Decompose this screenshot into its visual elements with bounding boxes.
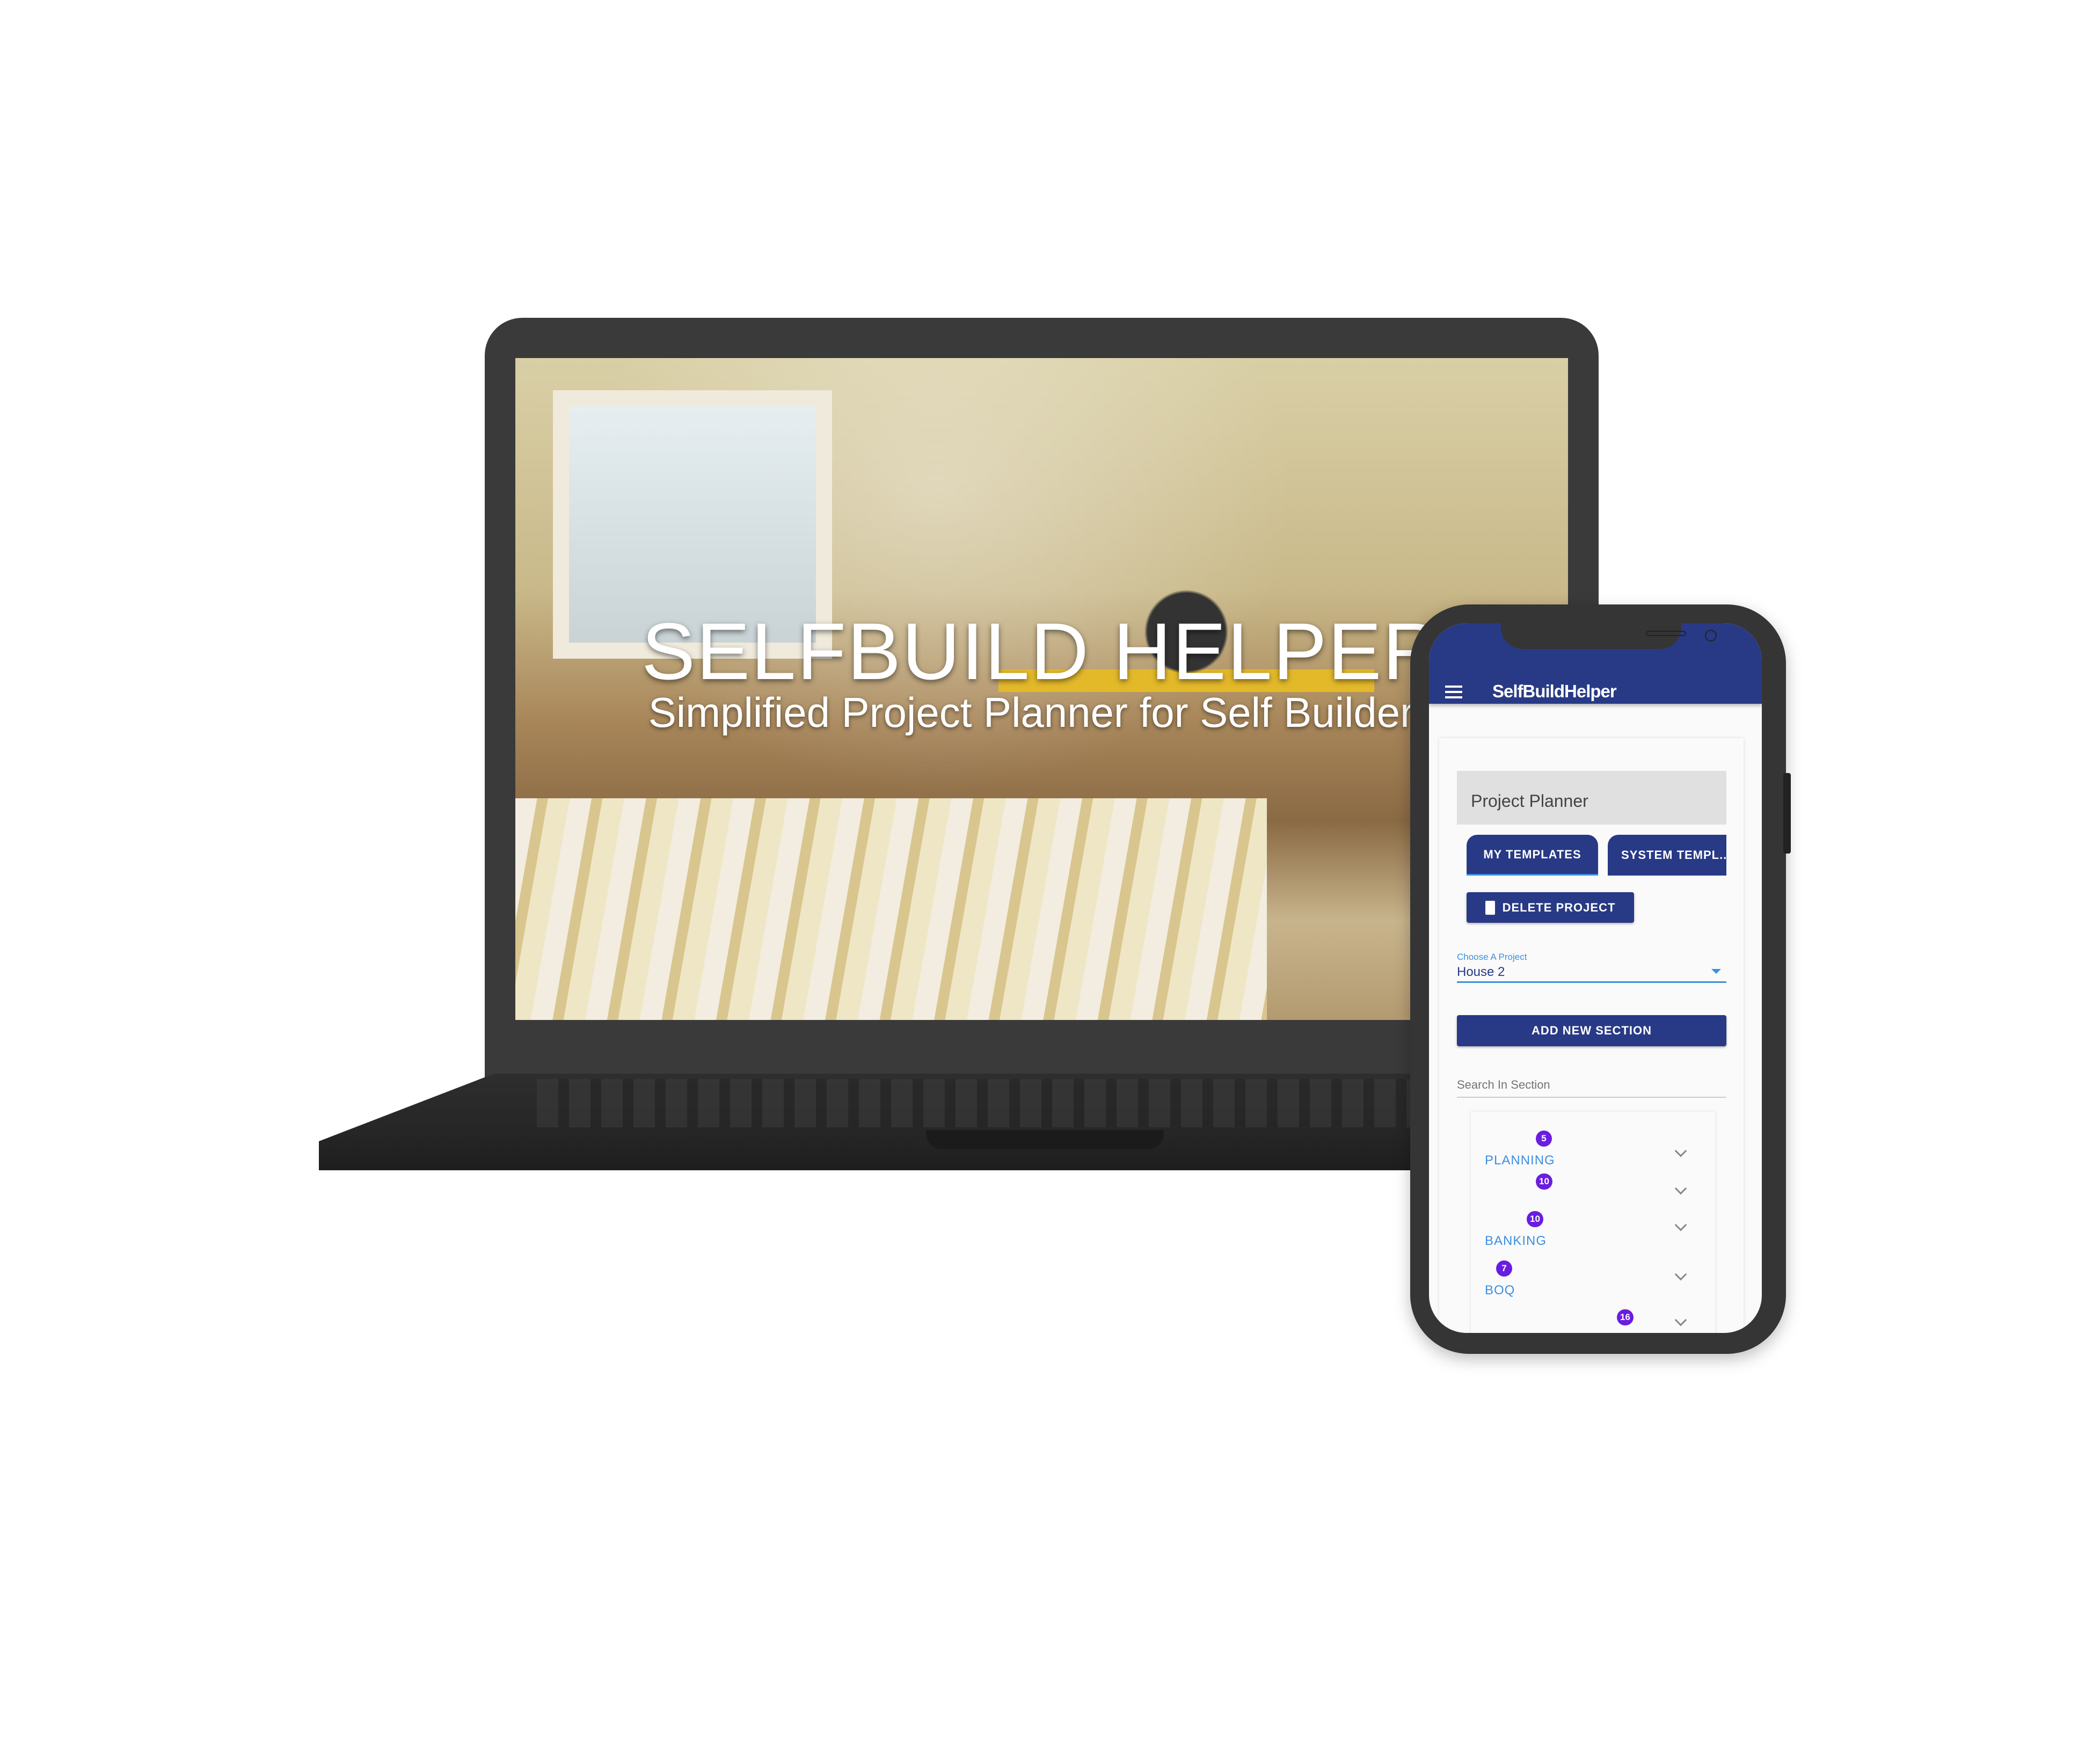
dropdown-arrow-icon	[1711, 969, 1721, 974]
tab-my-templates[interactable]: MY TEMPLATES	[1467, 835, 1598, 876]
chevron-down-icon[interactable]	[1674, 1182, 1687, 1195]
chevron-down-icon[interactable]	[1674, 1268, 1687, 1281]
trash-icon	[1485, 900, 1495, 915]
project-select-label: Choose A Project	[1457, 952, 1527, 962]
count-badge: 7	[1496, 1260, 1512, 1277]
chevron-down-icon[interactable]	[1674, 1314, 1687, 1326]
section-item[interactable]: BOQ 7	[1471, 1260, 1715, 1303]
camera-icon	[1705, 630, 1717, 642]
page-heading: Project Planner	[1457, 771, 1726, 825]
section-list: PLANNING 5 10 BANKING 10 BOQ 7 16	[1471, 1112, 1715, 1333]
count-badge: 16	[1617, 1309, 1634, 1325]
phone-side-button	[1783, 773, 1791, 854]
count-badge: 5	[1536, 1131, 1552, 1147]
section-label: PLANNING	[1485, 1153, 1555, 1168]
laptop-keyboard	[537, 1079, 1557, 1127]
speaker-icon	[1646, 631, 1686, 636]
section-item[interactable]: PLANNING 5	[1471, 1131, 1715, 1173]
add-new-section-button[interactable]: ADD NEW SECTION	[1457, 1015, 1726, 1046]
count-badge: 10	[1527, 1211, 1543, 1227]
delete-project-button[interactable]: DELETE PROJECT	[1467, 892, 1634, 923]
chevron-down-icon[interactable]	[1674, 1145, 1687, 1157]
phone-notch	[1501, 623, 1717, 649]
section-label: BANKING	[1485, 1234, 1547, 1248]
project-select[interactable]: House 2	[1457, 965, 1726, 983]
app-title: SelfBuildHelper	[1492, 681, 1617, 701]
delete-project-label: DELETE PROJECT	[1502, 900, 1616, 914]
section-label: BOQ	[1485, 1283, 1515, 1298]
section-item[interactable]: BANKING 10	[1471, 1211, 1715, 1254]
hamburger-menu-icon[interactable]	[1445, 686, 1462, 702]
section-item[interactable]: 16	[1471, 1309, 1715, 1333]
laptop-notch	[926, 1130, 1164, 1149]
section-item[interactable]: 10	[1471, 1173, 1715, 1216]
count-badge: 10	[1536, 1173, 1552, 1190]
search-in-section-input[interactable]	[1457, 1073, 1726, 1098]
tab-system-templates[interactable]: SYSTEM TEMPL...	[1608, 835, 1726, 876]
hero-photo-planks	[515, 798, 1267, 1020]
phone-screen: SelfBuildHelper Project Planner MY TEMPL…	[1429, 623, 1762, 1333]
chevron-down-icon[interactable]	[1674, 1219, 1687, 1231]
project-select-value: House 2	[1457, 965, 1505, 979]
